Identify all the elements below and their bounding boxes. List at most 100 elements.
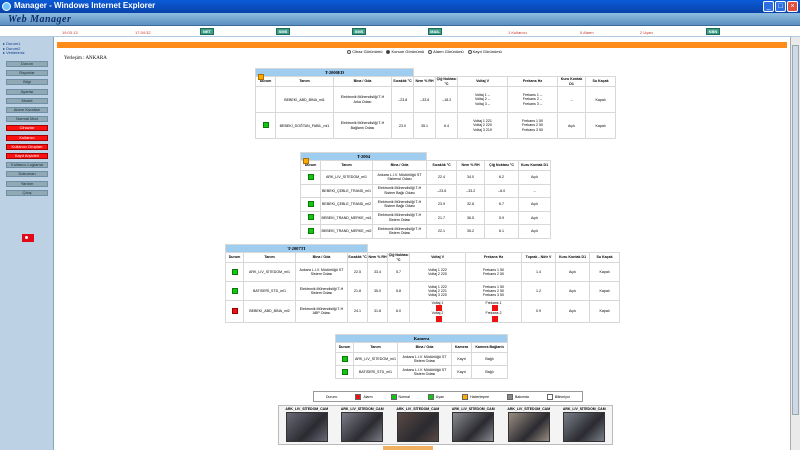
view-mode-radio[interactable] (467, 49, 472, 54)
table-row[interactable]: BEBEKİ_TRAND_MERKE_ml1 Elektronik Mühendi… (300, 210, 552, 225)
dewpoint-value: 6.0 (387, 300, 411, 323)
status-green-icon[interactable] (307, 200, 314, 207)
status-green-icon[interactable] (262, 122, 269, 128)
column-header: Bina / Oda (371, 160, 428, 171)
view-mode-label: Alarm Görünümü (433, 49, 464, 54)
status-green-icon[interactable] (307, 214, 314, 221)
device-name: BEBEKİ_TRAND_MERKE_ml2 (320, 224, 373, 239)
tree-item[interactable]: ▸ Verilerimiz (3, 50, 50, 55)
status-green-icon[interactable] (341, 355, 348, 362)
status-red-icon[interactable] (231, 307, 238, 314)
close-button[interactable]: × (787, 1, 798, 12)
camera-thumbnail[interactable]: ARK_LIV_SİTEDOM_CAM (558, 407, 612, 443)
frequency-value: Frekans 3 -- (522, 101, 543, 106)
ground-neutral-value: 0.9 (521, 300, 557, 323)
column-header: Tanım (275, 76, 334, 87)
camera-thumbnail[interactable]: ARK_LIV_SİTEDOM_CAM (280, 407, 334, 443)
voltage-value: Voltaj 3 219 (473, 127, 492, 132)
frequency-value: Frekans 3 50 (522, 127, 544, 132)
view-mode-selector: Cihaz Görünümü Konum Görünümü Alarm Görünü… (55, 48, 790, 56)
device-location: Sistem Odası (310, 272, 333, 276)
temperature-value: 22.5 (346, 262, 369, 282)
camera-image[interactable] (285, 412, 328, 442)
vertical-scrollbar[interactable] (790, 37, 800, 450)
table-row[interactable]: ARK_LIV_SİTEDOM_ml1 Ankara L.I.V. Müdürlü… (225, 262, 621, 282)
device-location: Sistem Odası (388, 217, 411, 222)
view-mode-radio[interactable] (347, 49, 352, 54)
column-header: Durum (335, 342, 354, 353)
table-row[interactable]: BEBEKİ_TRAND_MERKE_ml2 Elektronik Mühendi… (300, 224, 552, 239)
sidebar: ▸ Durum1 ▸ Durum2 ▸ Verilerimiz Durum Rap… (0, 37, 54, 450)
table-row[interactable]: BEBEKİ_ÇEBLE_TRAND_ml1 Elektronik Mühendi… (300, 157, 552, 198)
temperature-value: 24.1 (346, 300, 369, 323)
table-row[interactable]: BEBEKİ_ABD_BİNA_ml1 Elektronik Mühendisli… (255, 73, 617, 113)
temperature-value: --23.8 (390, 86, 415, 113)
dry-contact-value: Açık (555, 262, 591, 282)
sidebar-button[interactable]: Model (6, 97, 48, 104)
status-green-icon[interactable] (307, 173, 314, 180)
column-header: Bina / Oda (333, 76, 392, 87)
sidebar-button[interactable]: Çıkış (6, 189, 48, 196)
location-label: Yerleşim : ANKARA (64, 56, 107, 61)
status-green-icon[interactable] (231, 268, 238, 275)
column-header: Voltaj V (409, 252, 467, 263)
sidebar-button[interactable]: Kayıt Arşivleri (6, 153, 48, 159)
camera-image[interactable] (341, 412, 384, 442)
sms-button-2[interactable]: SMS (352, 28, 366, 35)
alarm-indicator-icon (435, 315, 442, 322)
sidebar-button[interactable]: Ayarlar (6, 88, 48, 95)
device-location: Elektronik Mühendisliği T-H (340, 121, 385, 126)
scrollbar-thumb[interactable] (792, 45, 799, 415)
status-green-icon[interactable] (231, 287, 238, 294)
sidebar-button[interactable]: Kullanıcı Loglama (6, 162, 48, 169)
sidebar-button[interactable]: Kullanıcı (6, 134, 48, 141)
table-row[interactable]: BATISERİ_STD_ml1 Elektronik Mühendisliği … (225, 281, 621, 301)
maximize-button[interactable]: □ (775, 1, 786, 12)
camera-thumbnail[interactable]: ARK_LIV_SİTEDOM_CAM (502, 407, 556, 443)
camera-image[interactable] (396, 412, 439, 442)
view-mode-radio[interactable] (386, 49, 391, 54)
device-name: BEBEKİ_TRAND_MERKE_ml1 (320, 210, 373, 225)
camera-thumbnail[interactable]: ARK_LIV_SİTEDOM_CAM (336, 407, 390, 443)
legend-label: Haberleşme (470, 394, 490, 399)
net-button[interactable]: NET (200, 28, 214, 35)
sidebar-button[interactable]: Yardım (6, 180, 48, 187)
sidebar-button[interactable]: Durum (6, 61, 48, 67)
column-header: Nem % RH (413, 76, 437, 87)
column-header: Tanım (320, 160, 373, 171)
humidity-value: 35.2 (456, 224, 486, 239)
water-leak-value: Kapalı (585, 112, 617, 139)
camera-image[interactable] (507, 412, 550, 442)
legend-label: Alarm (363, 394, 373, 399)
minimize-button[interactable]: _ (763, 1, 774, 12)
table-row[interactable]: ARK_LIV_SİTEDOM_ml1 Ankara L.I.V. Müdürlü… (335, 352, 509, 366)
status-green-icon[interactable] (341, 368, 348, 375)
turkish-flag-icon[interactable] (22, 234, 34, 242)
table-row[interactable]: ARK_LIV_SİTEDOM_ml1 Ankara L.I.V. Müdürlü… (300, 170, 552, 185)
status-green-icon[interactable] (307, 227, 314, 234)
sidebar-button[interactable]: Cihazlar (6, 125, 48, 132)
view-mode-radio[interactable] (428, 49, 433, 54)
device-location: Sistem Bağlı Odası (384, 190, 415, 195)
camera-thumbnail[interactable]: ARK_LIV_SİTEDOM_CAM (391, 407, 445, 443)
device-name: ARK_LIV_SİTEDOM_ml1 (353, 352, 398, 366)
sidebar-button[interactable]: Normal Mod (6, 116, 48, 123)
camera-image[interactable] (563, 412, 606, 442)
table-row[interactable]: BEBEKİ_DOĞTAN_FABİL_ml1 Elektronik Mühend… (255, 112, 617, 139)
sidebar-button[interactable]: Raporlar (6, 70, 48, 77)
bottom-indicator (383, 446, 433, 450)
window-titlebar: Manager - Windows Internet Explorer _ □ … (0, 0, 800, 13)
humidity-value: 35.1 (413, 112, 437, 139)
sidebar-button[interactable]: Kullanıcı Grupları (6, 143, 48, 150)
table-row[interactable]: BATISERİ_STD_ml1 Ankara L.I.V. Müdürlüğü … (335, 365, 509, 379)
sidebar-button[interactable]: Bilgi (6, 79, 48, 86)
camera-thumbnail[interactable]: ARK_LIV_SİTEDOM_CAM (447, 407, 501, 443)
sms-button-1[interactable]: SMS (276, 28, 290, 35)
camera-image[interactable] (452, 412, 495, 442)
sidebar-button[interactable]: Dokuman (6, 171, 48, 178)
sidebar-button[interactable]: Alarm Kuralları (6, 107, 48, 113)
mail-button[interactable]: MAIL (428, 28, 442, 35)
kbn-button[interactable]: KBN (706, 28, 720, 35)
table-row[interactable]: BEBEKİ_ABD_BİNA_ml2 Elektronik Mühendisli… (225, 300, 621, 323)
table-row[interactable]: BEBEKİ_ÇEBLE_TRAND_ml2 Elektronik Mühendi… (300, 197, 552, 212)
